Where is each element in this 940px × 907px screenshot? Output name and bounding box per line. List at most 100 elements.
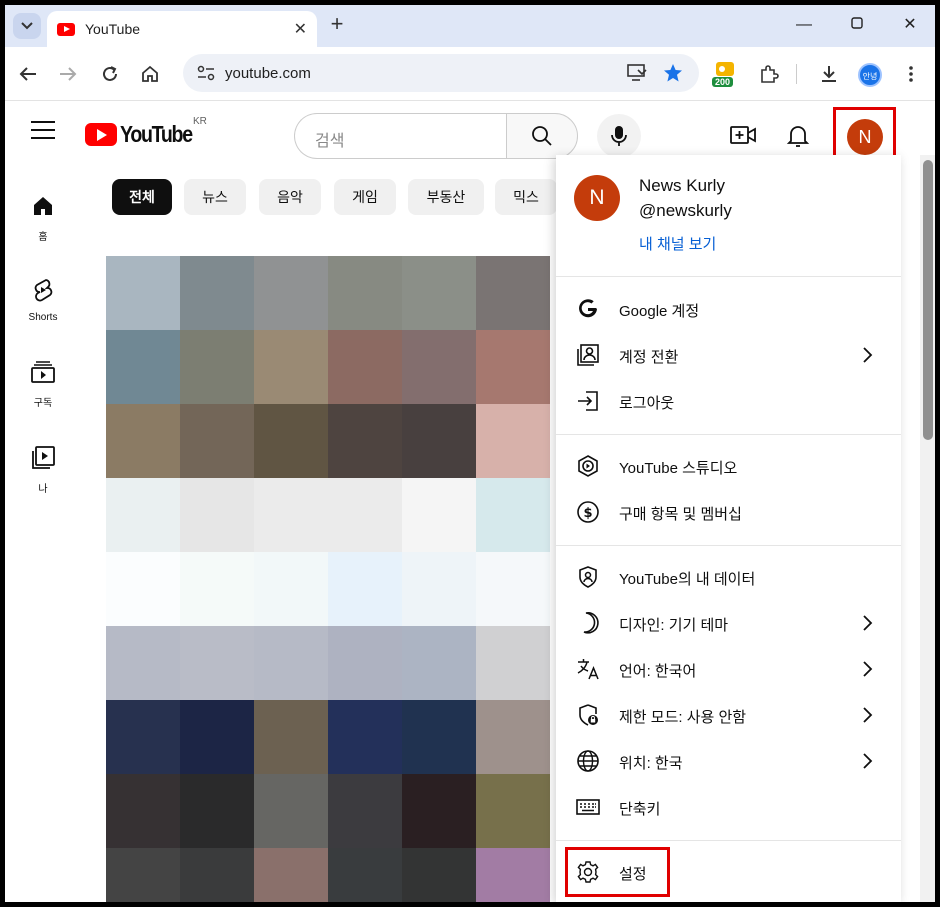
new-tab-button[interactable]: + [323, 11, 351, 39]
search-input[interactable]: 검색 [294, 113, 506, 159]
blurred-thumbnail-tile [106, 626, 180, 700]
blurred-thumbnail-tile [180, 478, 254, 552]
blurred-thumbnail-tile [476, 700, 550, 774]
guide-item-subscriptions[interactable]: 구독 [13, 359, 73, 409]
scrollbar-thumb[interactable] [923, 160, 933, 440]
downloads-button[interactable] [816, 61, 842, 87]
menu-item-purchases[interactable]: $ 구매 항목 및 멤버십 [556, 492, 901, 532]
menu-item-location[interactable]: 위치: 한국 [556, 741, 901, 781]
chip-real-estate[interactable]: 부동산 [408, 179, 484, 215]
blurred-thumbnail-tile [106, 700, 180, 774]
chevron-down-icon [21, 22, 33, 30]
restricted-shield-icon [574, 701, 602, 729]
guide-label: 나 [38, 484, 48, 495]
blurred-thumbnail-tile [328, 330, 402, 404]
menu-item-keyboard-shortcuts[interactable]: 단축키 [556, 787, 901, 827]
moon-theme-icon [574, 609, 602, 637]
back-button[interactable] [15, 61, 41, 87]
video-camera-add-icon [730, 126, 756, 144]
home-outline-icon [142, 65, 158, 82]
browser-menu-button[interactable] [898, 61, 924, 87]
globe-icon [574, 747, 602, 775]
blurred-thumbnail-tile [476, 404, 550, 478]
download-icon [822, 66, 836, 82]
guide-label: Shorts [28, 312, 58, 323]
search-placeholder: 검색 [315, 133, 345, 150]
chevron-right-icon [863, 661, 873, 677]
create-button[interactable] [729, 124, 757, 148]
maximize-button[interactable] [843, 13, 871, 37]
microphone-icon [611, 126, 627, 146]
blurred-thumbnail-tile [254, 626, 328, 700]
blurred-thumbnail-tile [254, 478, 328, 552]
install-app-icon[interactable] [627, 64, 647, 82]
browser-window: YouTube ✕ + — ✕ youtube.com 200 안녕 YouTu… [5, 5, 935, 902]
logo-wordmark: YouTube [120, 120, 193, 147]
tab-youtube[interactable]: YouTube ✕ [47, 11, 317, 47]
region-code: KR [193, 116, 207, 127]
chip-all[interactable]: 전체 [112, 179, 172, 215]
minimize-button[interactable]: — [790, 13, 818, 37]
youtube-play-icon [85, 122, 117, 146]
menu-item-your-data[interactable]: YouTube의 내 데이터 [556, 557, 901, 597]
guide-item-home[interactable]: 홈 [13, 193, 73, 243]
guide-item-shorts[interactable]: Shorts [13, 277, 73, 323]
blurred-thumbnail-tile [328, 700, 402, 774]
extension-button[interactable]: 200 [712, 60, 740, 90]
menu-item-theme[interactable]: 디자인: 기기 테마 [556, 603, 901, 643]
bell-icon [786, 126, 810, 147]
guide-item-you[interactable]: 나 [13, 445, 73, 495]
translate-icon [574, 655, 602, 683]
menu-item-sign-out[interactable]: 로그아웃 [556, 381, 901, 421]
window-close-button[interactable]: ✕ [896, 13, 924, 37]
blurred-thumbnail-tile [106, 774, 180, 848]
menu-divider [556, 840, 901, 841]
chevron-right-icon [863, 707, 873, 723]
blurred-thumbnail-tile [402, 700, 476, 774]
chip-news[interactable]: 뉴스 [184, 179, 246, 215]
youtube-masthead: YouTube KR 검색 N [5, 102, 935, 170]
blurred-thumbnail-tile [402, 552, 476, 626]
menu-item-studio[interactable]: YouTube 스튜디오 [556, 446, 901, 486]
chip-mix[interactable]: 믹스 [495, 179, 557, 215]
youtube-logo[interactable]: YouTube KR [85, 116, 207, 148]
address-bar[interactable]: youtube.com [183, 54, 699, 92]
guide-label: 홈 [38, 232, 48, 243]
blurred-thumbnail-tile [402, 848, 476, 902]
tab-search-button[interactable] [13, 13, 41, 39]
menu-item-label: 계정 전환 [619, 349, 679, 366]
tab-close-icon[interactable]: ✕ [294, 19, 307, 39]
chip-games[interactable]: 게임 [334, 179, 396, 215]
bookmark-star-icon[interactable] [663, 63, 683, 83]
blurred-video-grid[interactable] [106, 256, 556, 902]
blurred-thumbnail-tile [476, 848, 550, 902]
menu-item-language[interactable]: 언어: 한국어 [556, 649, 901, 689]
menu-item-label: 제한 모드: 사용 안함 [619, 709, 747, 726]
reload-button[interactable] [97, 61, 123, 87]
youtube-favicon-icon [57, 22, 75, 36]
blurred-thumbnail-tile [328, 478, 402, 552]
voice-search-button[interactable] [597, 114, 641, 158]
forward-button[interactable] [55, 61, 81, 87]
keyboard-icon [574, 793, 602, 821]
chip-music[interactable]: 음악 [259, 179, 321, 215]
site-settings-icon[interactable] [197, 65, 215, 81]
menu-item-google-account[interactable]: Google 계정 [556, 289, 901, 329]
page-scrollbar[interactable] [920, 155, 935, 902]
menu-item-label: 디자인: 기기 테마 [619, 617, 729, 634]
blurred-thumbnail-tile [180, 700, 254, 774]
extensions-button[interactable] [756, 61, 782, 87]
guide-menu-button[interactable] [31, 121, 55, 141]
account-avatar-button[interactable]: N [847, 119, 883, 155]
view-channel-link[interactable]: 내 채널 보기 [639, 233, 716, 254]
menu-item-restricted-mode[interactable]: 제한 모드: 사용 안함 [556, 695, 901, 735]
more-vertical-icon [909, 66, 913, 82]
home-button[interactable] [137, 61, 163, 87]
browser-profile-avatar[interactable]: 안녕 [858, 63, 882, 87]
blurred-thumbnail-tile [328, 848, 402, 902]
search-button[interactable] [506, 113, 578, 159]
menu-item-switch-account[interactable]: 계정 전환 [556, 335, 901, 375]
notifications-button[interactable] [786, 123, 810, 149]
studio-icon [574, 452, 602, 480]
blurred-thumbnail-tile [328, 774, 402, 848]
